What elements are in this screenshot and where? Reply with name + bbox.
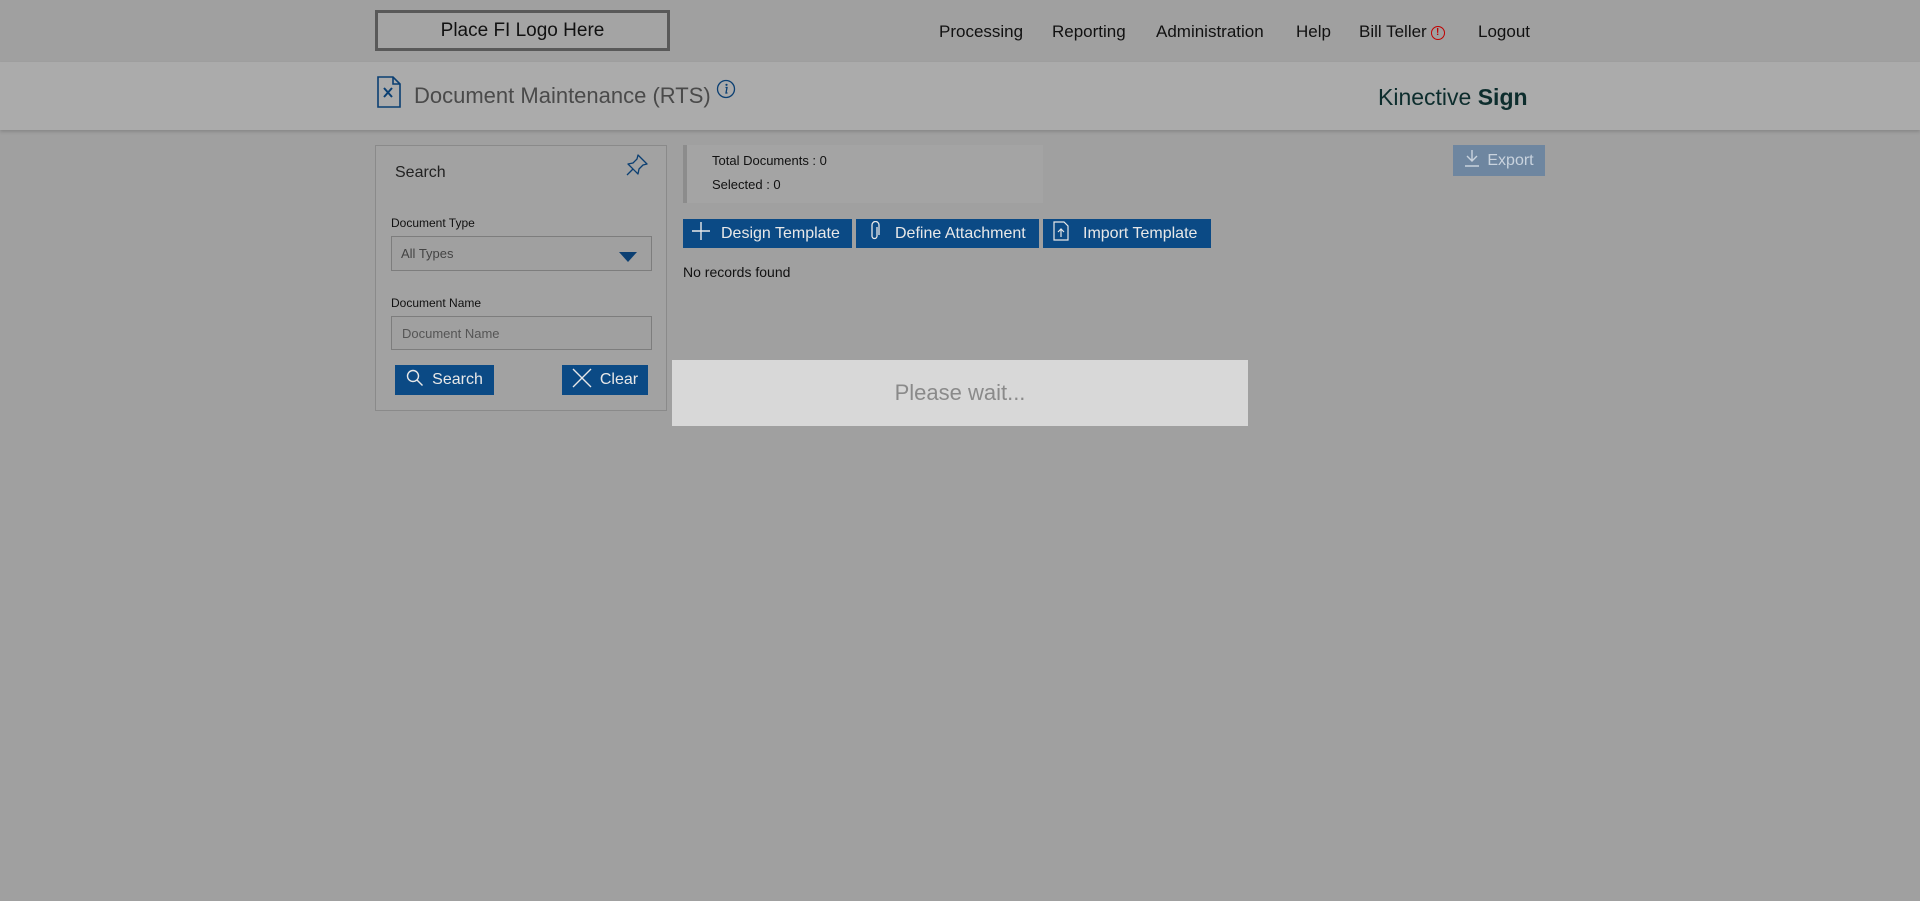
clear-button[interactable]: Clear xyxy=(562,365,648,395)
pin-icon[interactable] xyxy=(625,153,649,182)
brand-bold: Sign xyxy=(1477,84,1528,110)
download-icon xyxy=(1464,149,1480,172)
nav-administration[interactable]: Administration xyxy=(1156,22,1264,42)
close-icon xyxy=(572,368,592,393)
user-name: Bill Teller xyxy=(1359,22,1427,41)
search-panel-title: Search xyxy=(395,164,446,181)
document-type-label: Document Type xyxy=(391,216,475,230)
document-name-input[interactable] xyxy=(391,316,652,350)
fi-logo[interactable]: Place FI Logo Here xyxy=(375,10,670,51)
loading-message: Please wait... xyxy=(894,380,1026,405)
search-button-label: Search xyxy=(432,371,483,388)
paperclip-icon xyxy=(869,220,881,246)
export-button-label: Export xyxy=(1487,151,1534,169)
export-button[interactable]: Export xyxy=(1453,145,1545,176)
info-icon[interactable] xyxy=(716,79,736,104)
define-attachment-label: Define Attachment xyxy=(895,224,1026,242)
brand-logo: Kinective Sign xyxy=(1378,84,1528,111)
no-records-message: No records found xyxy=(683,264,791,280)
nav-user-menu[interactable]: Bill Teller! xyxy=(1359,22,1445,42)
clear-button-label: Clear xyxy=(599,371,639,388)
nav-help[interactable]: Help xyxy=(1296,22,1331,42)
page-header xyxy=(0,62,1920,130)
document-name-label: Document Name xyxy=(391,296,482,310)
selected-count: Selected : 0 xyxy=(712,177,781,192)
design-template-label: Design Template xyxy=(721,224,840,242)
nav-reporting[interactable]: Reporting xyxy=(1052,22,1126,42)
document-icon xyxy=(376,76,402,113)
loading-dialog: Please wait... xyxy=(672,360,1248,426)
total-documents: Total Documents : 0 xyxy=(712,153,827,168)
import-template-button[interactable]: Import Template xyxy=(1043,219,1211,248)
design-template-button[interactable]: Design Template xyxy=(683,219,852,248)
brand-light: Kinective xyxy=(1378,84,1478,110)
plus-icon xyxy=(691,221,711,246)
nav-processing[interactable]: Processing xyxy=(939,22,1023,42)
file-import-icon xyxy=(1053,221,1069,246)
search-button[interactable]: Search xyxy=(395,365,494,395)
nav-logout[interactable]: Logout xyxy=(1478,22,1530,42)
search-icon xyxy=(406,369,424,392)
chevron-down-icon xyxy=(619,250,637,265)
document-type-value: All Types xyxy=(401,246,454,261)
alert-icon[interactable]: ! xyxy=(1430,25,1445,40)
document-type-select[interactable]: All Types xyxy=(391,236,652,271)
page-title: Document Maintenance (RTS) xyxy=(414,83,711,108)
import-template-label: Import Template xyxy=(1083,224,1198,242)
define-attachment-button[interactable]: Define Attachment xyxy=(856,219,1039,248)
